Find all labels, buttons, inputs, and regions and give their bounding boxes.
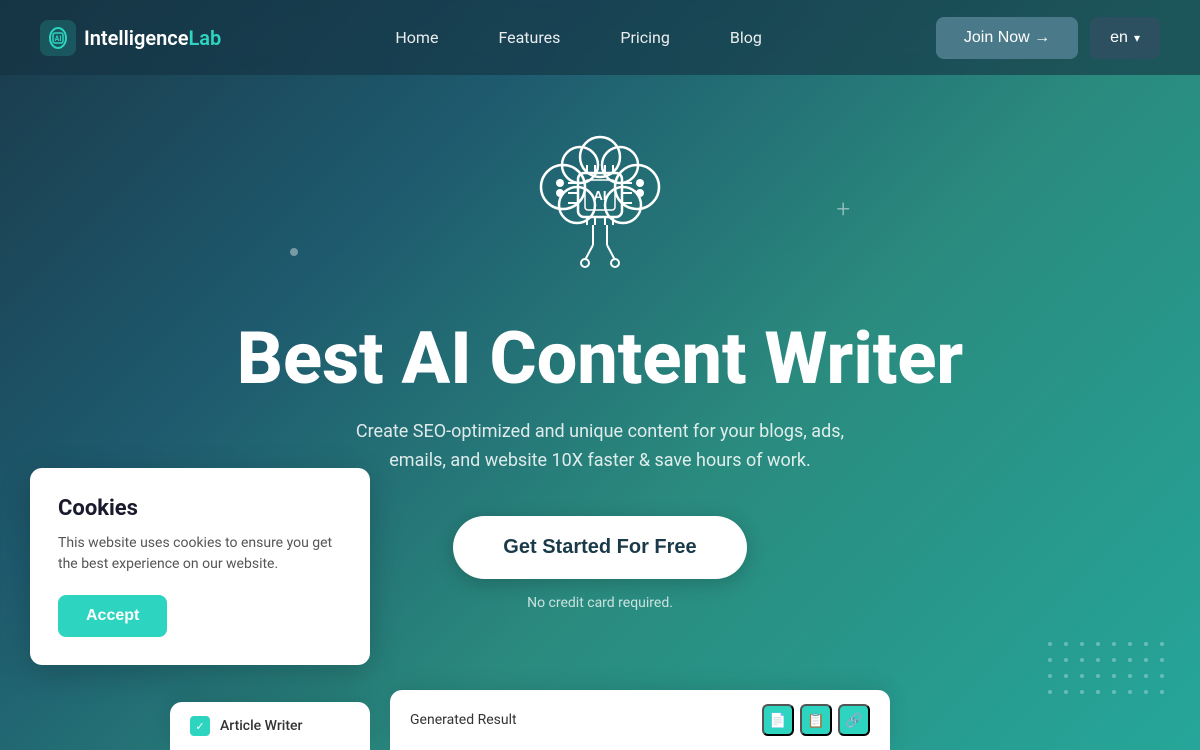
nav-right: Join Now → en ▾ xyxy=(936,17,1160,59)
navbar: AI IntelligenceLab Home Features Pricing… xyxy=(0,0,1200,75)
hero-subtitle: Create SEO-optimized and unique content … xyxy=(356,418,844,476)
article-writer-icon: ✓ xyxy=(190,716,210,736)
svg-text:AI: AI xyxy=(55,35,62,43)
nav-link-features[interactable]: Features xyxy=(498,28,560,47)
nav-links: Home Features Pricing Blog xyxy=(395,28,761,47)
copy-button[interactable]: 📄 xyxy=(762,704,794,736)
language-selector[interactable]: en ▾ xyxy=(1090,17,1160,59)
cookie-banner: Cookies This website uses cookies to ens… xyxy=(30,468,370,665)
share-button[interactable]: 🔗 xyxy=(838,704,870,736)
ai-brain-icon-container: AI xyxy=(505,115,695,289)
join-now-button[interactable]: Join Now → xyxy=(936,17,1078,59)
ai-brain-icon: AI xyxy=(505,115,695,285)
article-writer-label: Article Writer xyxy=(220,718,302,734)
preview-action-buttons: 📄 📋 🔗 xyxy=(762,704,870,736)
nav-link-home[interactable]: Home xyxy=(395,28,438,47)
preview-area: ✓ Article Writer Generated Result 📄 📋 🔗 xyxy=(170,670,1200,750)
accept-cookies-button[interactable]: Accept xyxy=(58,595,167,637)
chevron-down-icon: ▾ xyxy=(1134,31,1140,45)
article-writer-card: ✓ Article Writer xyxy=(170,702,370,750)
nav-link-pricing[interactable]: Pricing xyxy=(620,28,670,47)
svg-text:AI: AI xyxy=(594,188,607,203)
logo-icon: AI xyxy=(40,20,76,56)
hero-title: Best AI Content Writer xyxy=(237,319,963,398)
generated-result-card: Generated Result 📄 📋 🔗 xyxy=(390,690,890,750)
get-started-button[interactable]: Get Started For Free xyxy=(453,516,746,579)
generated-result-label: Generated Result xyxy=(410,712,517,728)
cookie-text: This website uses cookies to ensure you … xyxy=(58,533,342,575)
logo-link[interactable]: AI IntelligenceLab xyxy=(40,20,221,56)
logo-text: IntelligenceLab xyxy=(84,26,221,50)
nav-link-blog[interactable]: Blog xyxy=(730,28,762,47)
no-card-text: No credit card required. xyxy=(527,595,673,611)
cookie-title: Cookies xyxy=(58,496,342,521)
clipboard-button[interactable]: 📋 xyxy=(800,704,832,736)
